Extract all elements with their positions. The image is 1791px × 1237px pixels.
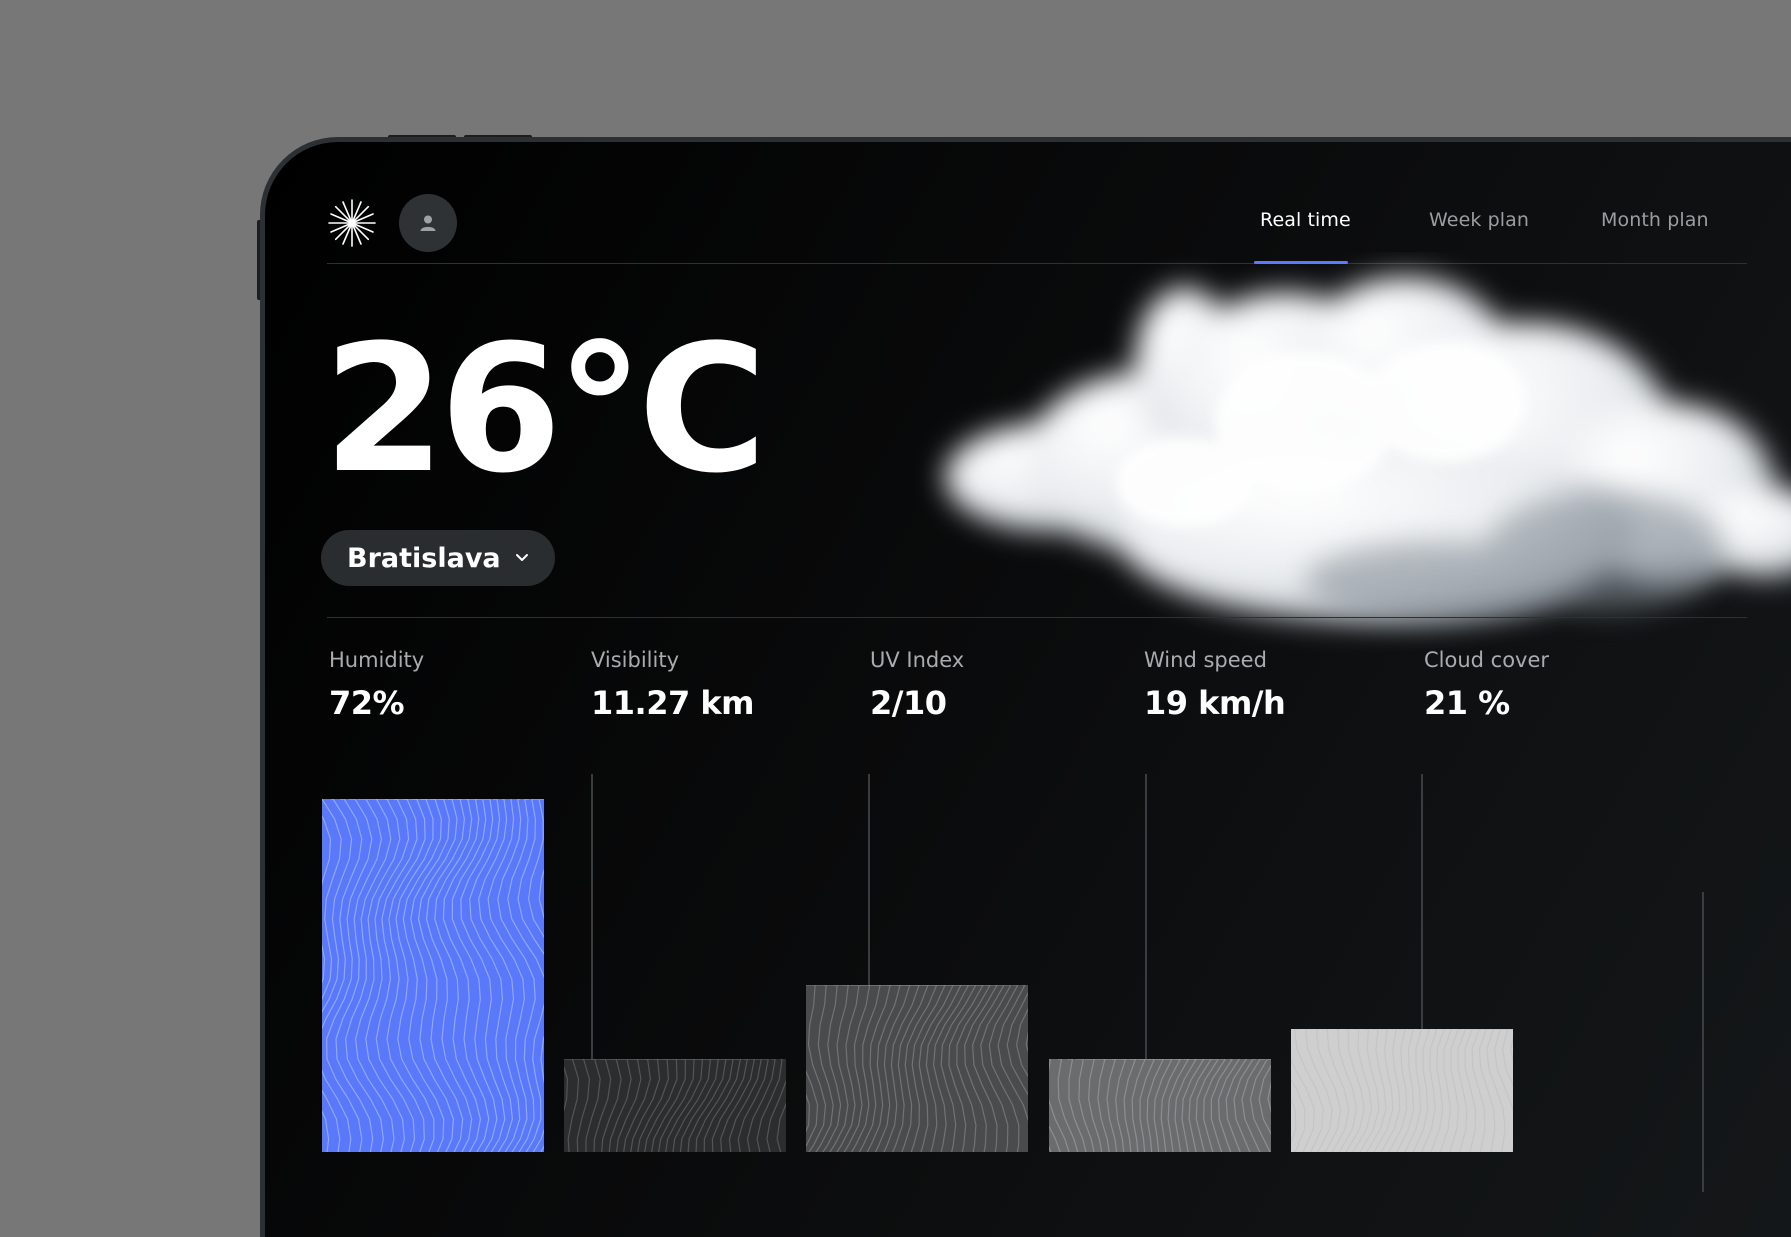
temperature-readout: 26°C [323,307,767,512]
stat-value: 2/10 [870,684,947,722]
stat-wind-speed: Wind speed 19 km/h [1144,648,1286,722]
stat-value: 11.27 km [591,684,754,722]
stat-visibility: Visibility 11.27 km [591,648,754,722]
stat-value: 21 % [1424,684,1510,722]
stat-label: Visibility [591,648,680,672]
weather-app-screen: Real time Week plan Month plan 26°C Brat… [265,142,1791,1237]
column-separator [1702,892,1704,1192]
stat-uv-index: UV Index 2/10 [870,648,964,722]
tab-week-plan[interactable]: Week plan [1429,209,1529,231]
stat-label: Humidity [329,648,425,672]
avatar[interactable] [399,194,457,252]
city-selector[interactable]: Bratislava [321,530,555,586]
stat-label: UV Index [870,648,965,672]
tablet-frame: Real time Week plan Month plan 26°C Brat… [260,137,1791,1237]
cloud-icon [945,277,1791,622]
stat-bar [322,799,544,1152]
stat-value: 19 km/h [1144,684,1286,722]
tab-month-plan[interactable]: Month plan [1601,209,1709,231]
stats-divider [327,617,1747,618]
asterisk-burst-icon[interactable] [327,198,377,248]
tab-real-time[interactable]: Real time [1260,209,1351,231]
stat-label: Wind speed [1144,648,1267,672]
stat-value: 72% [329,684,405,722]
chevron-down-icon [515,554,528,561]
city-name: Bratislava [347,542,501,574]
stat-label: Cloud cover [1424,648,1550,672]
user-icon [420,215,436,231]
stat-cloud-cover: Cloud cover 21 % [1424,648,1549,722]
stat-humidity: Humidity 72% [329,648,424,722]
stat-bar [1291,1029,1513,1152]
stat-bar [806,985,1028,1152]
stat-bar [564,1059,786,1152]
stat-bar [1049,1059,1271,1152]
